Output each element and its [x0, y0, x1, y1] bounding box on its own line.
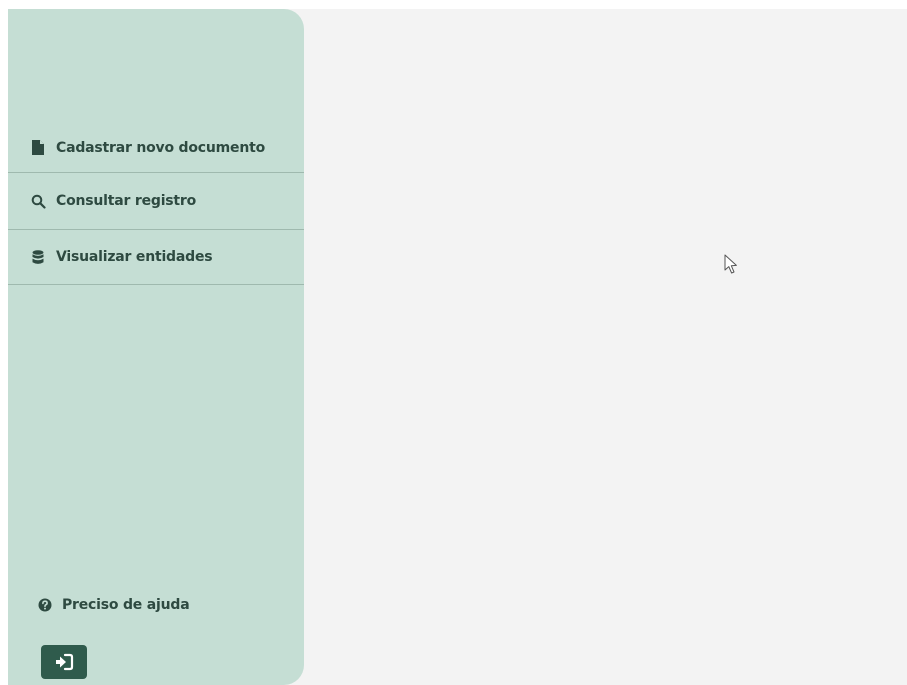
sidebar-item-label: Cadastrar novo documento — [56, 139, 266, 156]
sidebar-item-consultar-registro[interactable]: Consultar registro — [8, 173, 304, 230]
sidebar-menu: Cadastrar novo documento Consultar regis… — [8, 123, 304, 285]
file-icon — [30, 140, 46, 156]
sign-out-icon — [54, 653, 74, 671]
logout-button[interactable] — [41, 645, 87, 679]
sidebar: Cadastrar novo documento Consultar regis… — [8, 9, 304, 685]
question-circle-icon — [38, 598, 52, 612]
mouse-cursor-icon — [724, 254, 740, 276]
sidebar-item-cadastrar-documento[interactable]: Cadastrar novo documento — [8, 123, 304, 173]
sidebar-item-label: Consultar registro — [56, 193, 197, 209]
help-link[interactable]: Preciso de ajuda — [38, 597, 190, 613]
sidebar-item-visualizar-entidades[interactable]: Visualizar entidades — [8, 230, 304, 285]
sidebar-item-label: Visualizar entidades — [56, 249, 213, 265]
database-icon — [30, 249, 46, 265]
help-label: Preciso de ajuda — [62, 597, 190, 613]
search-icon — [30, 193, 46, 209]
